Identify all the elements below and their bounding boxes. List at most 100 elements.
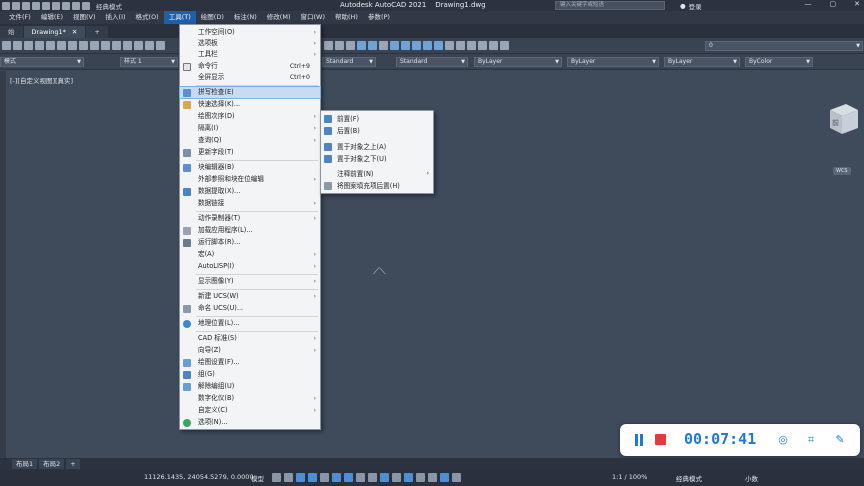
menu-format[interactable]: 格式(O) <box>131 11 164 24</box>
menu-modify[interactable]: 修改(M) <box>262 11 296 24</box>
linetype-select[interactable]: ByLayer ▼ <box>567 57 659 67</box>
match-properties-icon[interactable] <box>101 41 110 50</box>
wcs-menu[interactable]: WCS <box>833 167 851 175</box>
render-icon[interactable] <box>467 41 476 50</box>
tab-layout2[interactable]: 布局2 <box>39 459 65 469</box>
view-left-icon[interactable] <box>423 41 432 50</box>
osnap-icon[interactable] <box>344 473 353 482</box>
text-style-select[interactable]: 样式 1 ▼ <box>120 57 178 67</box>
tab-drawing1[interactable]: Drawing1* ✕ <box>23 26 86 38</box>
lights-icon[interactable] <box>478 41 487 50</box>
menu-insert[interactable]: 插入(I) <box>101 11 131 24</box>
menu-edit[interactable]: 编辑(E) <box>36 11 68 24</box>
minimize-icon[interactable]: — <box>805 0 812 8</box>
undo-icon[interactable] <box>123 41 132 50</box>
menu-item-isolate[interactable]: 隔离(I) › <box>180 123 320 134</box>
view-front-icon[interactable] <box>412 41 421 50</box>
sheet-set-icon[interactable] <box>357 41 366 50</box>
menu-item-fullscreen[interactable]: 全屏显示 Ctrl+0 <box>180 72 320 83</box>
menu-item-geographic-location[interactable]: 地理位置(L)... <box>180 318 320 329</box>
zoom-icon[interactable] <box>156 41 165 50</box>
menu-item-data-extraction[interactable]: 数据提取(X)... <box>180 186 320 197</box>
menu-item-tablet[interactable]: 数字化仪(B) › <box>180 393 320 404</box>
grid-icon[interactable] <box>272 473 281 482</box>
menu-item-draw-order[interactable]: 绘图次序(D) › <box>180 111 320 122</box>
save-as-icon[interactable] <box>42 1 50 10</box>
menu-item-quick-select[interactable]: 快速选择(K)... <box>180 99 320 110</box>
open-file-icon[interactable] <box>22 1 30 10</box>
menu-tools[interactable]: 工具(T) <box>163 11 196 24</box>
menu-item-wizards[interactable]: 向导(Z) › <box>180 345 320 356</box>
ortho-icon[interactable] <box>296 473 305 482</box>
print-icon[interactable] <box>35 41 44 50</box>
add-layout-button[interactable]: + <box>66 459 80 469</box>
undo-icon[interactable] <box>62 1 70 10</box>
transparency-icon[interactable] <box>368 473 377 482</box>
view-top-icon[interactable] <box>401 41 410 50</box>
drawing-canvas[interactable] <box>6 71 864 458</box>
submenu-item-bring-to-front[interactable]: 前置(F) <box>321 113 433 125</box>
3d-osnap-icon[interactable] <box>392 473 401 482</box>
paste-icon[interactable] <box>90 41 99 50</box>
pen-icon[interactable]: ✎ <box>833 433 847 447</box>
save-icon[interactable] <box>24 41 33 50</box>
crop-icon[interactable]: ⌗ <box>804 433 818 447</box>
layer-mode-select[interactable]: 模式 ▼ <box>0 57 84 67</box>
menu-item-macro[interactable]: 宏(A) › <box>180 249 320 260</box>
menu-parametric[interactable]: 参数(P) <box>363 11 395 24</box>
materials-icon[interactable] <box>489 41 498 50</box>
gear-icon[interactable] <box>82 1 90 10</box>
color-select[interactable]: ByLayer ▼ <box>474 57 562 67</box>
lightbulb-icon[interactable]: ◎ <box>776 433 790 447</box>
viewcube[interactable] <box>822 98 862 138</box>
menu-item-cad-standards[interactable]: CAD 标准(S) › <box>180 333 320 344</box>
cut-icon[interactable] <box>68 41 77 50</box>
selection-filter-icon[interactable] <box>416 473 425 482</box>
polar-icon[interactable] <box>308 473 317 482</box>
workspace-switch[interactable]: 经典模式 <box>676 473 702 483</box>
app-menu-icon[interactable] <box>2 1 10 10</box>
pause-icon[interactable] <box>634 434 644 446</box>
lineweight-select[interactable]: ByLayer ▼ <box>664 57 740 67</box>
plotstyle-select[interactable]: ByColor ▼ <box>745 57 813 67</box>
menu-item-update-fields[interactable]: 更新字段(T) <box>180 147 320 158</box>
view-3d-icon[interactable] <box>390 41 399 50</box>
menu-item-command-line[interactable]: 命令行 Ctrl+9 <box>180 61 320 72</box>
units-select[interactable]: 小数 <box>745 473 758 483</box>
new-file-icon[interactable] <box>12 1 20 10</box>
search-input[interactable]: 键入关键字或短语 <box>555 1 665 10</box>
camera-icon[interactable] <box>500 41 509 50</box>
model-space-button[interactable]: 模型 <box>251 473 264 483</box>
menu-item-xref-edit[interactable]: 外部参照和块在位编辑 › <box>180 174 320 185</box>
gizmo-icon[interactable] <box>428 473 437 482</box>
workspace-name[interactable]: 经典模式 <box>96 1 122 11</box>
publish-icon[interactable] <box>57 41 66 50</box>
block-editor-icon[interactable] <box>112 41 121 50</box>
menu-item-load-application[interactable]: 加载应用程序(L)... <box>180 225 320 236</box>
close-icon[interactable]: ✕ <box>854 0 860 8</box>
submenu-item-hatch-back[interactable]: 将图案填充项后置(H) <box>321 180 433 192</box>
plot-icon[interactable] <box>52 1 60 10</box>
tab-layout1[interactable]: 布局1 <box>12 459 38 469</box>
save-icon[interactable] <box>32 1 40 10</box>
dynamic-ucs-icon[interactable] <box>404 473 413 482</box>
menu-dimension[interactable]: 标注(N) <box>229 11 262 24</box>
redo-icon[interactable] <box>72 1 80 10</box>
menu-item-ungroup[interactable]: 解除编组(U) <box>180 381 320 392</box>
stop-icon[interactable] <box>655 434 666 445</box>
menu-item-customize[interactable]: 自定义(C) › <box>180 405 320 416</box>
menu-window[interactable]: 窗口(W) <box>295 11 330 24</box>
view-right-icon[interactable] <box>434 41 443 50</box>
snap-icon[interactable] <box>284 473 293 482</box>
annotation-visibility-icon[interactable] <box>440 473 449 482</box>
menu-item-inquiry[interactable]: 查询(Q) › <box>180 135 320 146</box>
menu-item-data-links[interactable]: 数据链接 › <box>180 198 320 209</box>
submenu-item-send-under[interactable]: 置于对象之下(U) <box>321 153 433 165</box>
preview-icon[interactable] <box>46 41 55 50</box>
properties-icon[interactable] <box>324 41 333 50</box>
close-tab-icon[interactable]: ✕ <box>72 26 77 38</box>
menu-item-display-image[interactable]: 显示图像(Y) › <box>180 276 320 287</box>
cursor-coordinates[interactable]: 11126.1435, 24054.5279, 0.0000 <box>144 473 254 481</box>
login-button[interactable]: ● 登录 <box>680 1 702 11</box>
menu-item-workspaces[interactable]: 工作空间(O) › <box>180 27 320 38</box>
